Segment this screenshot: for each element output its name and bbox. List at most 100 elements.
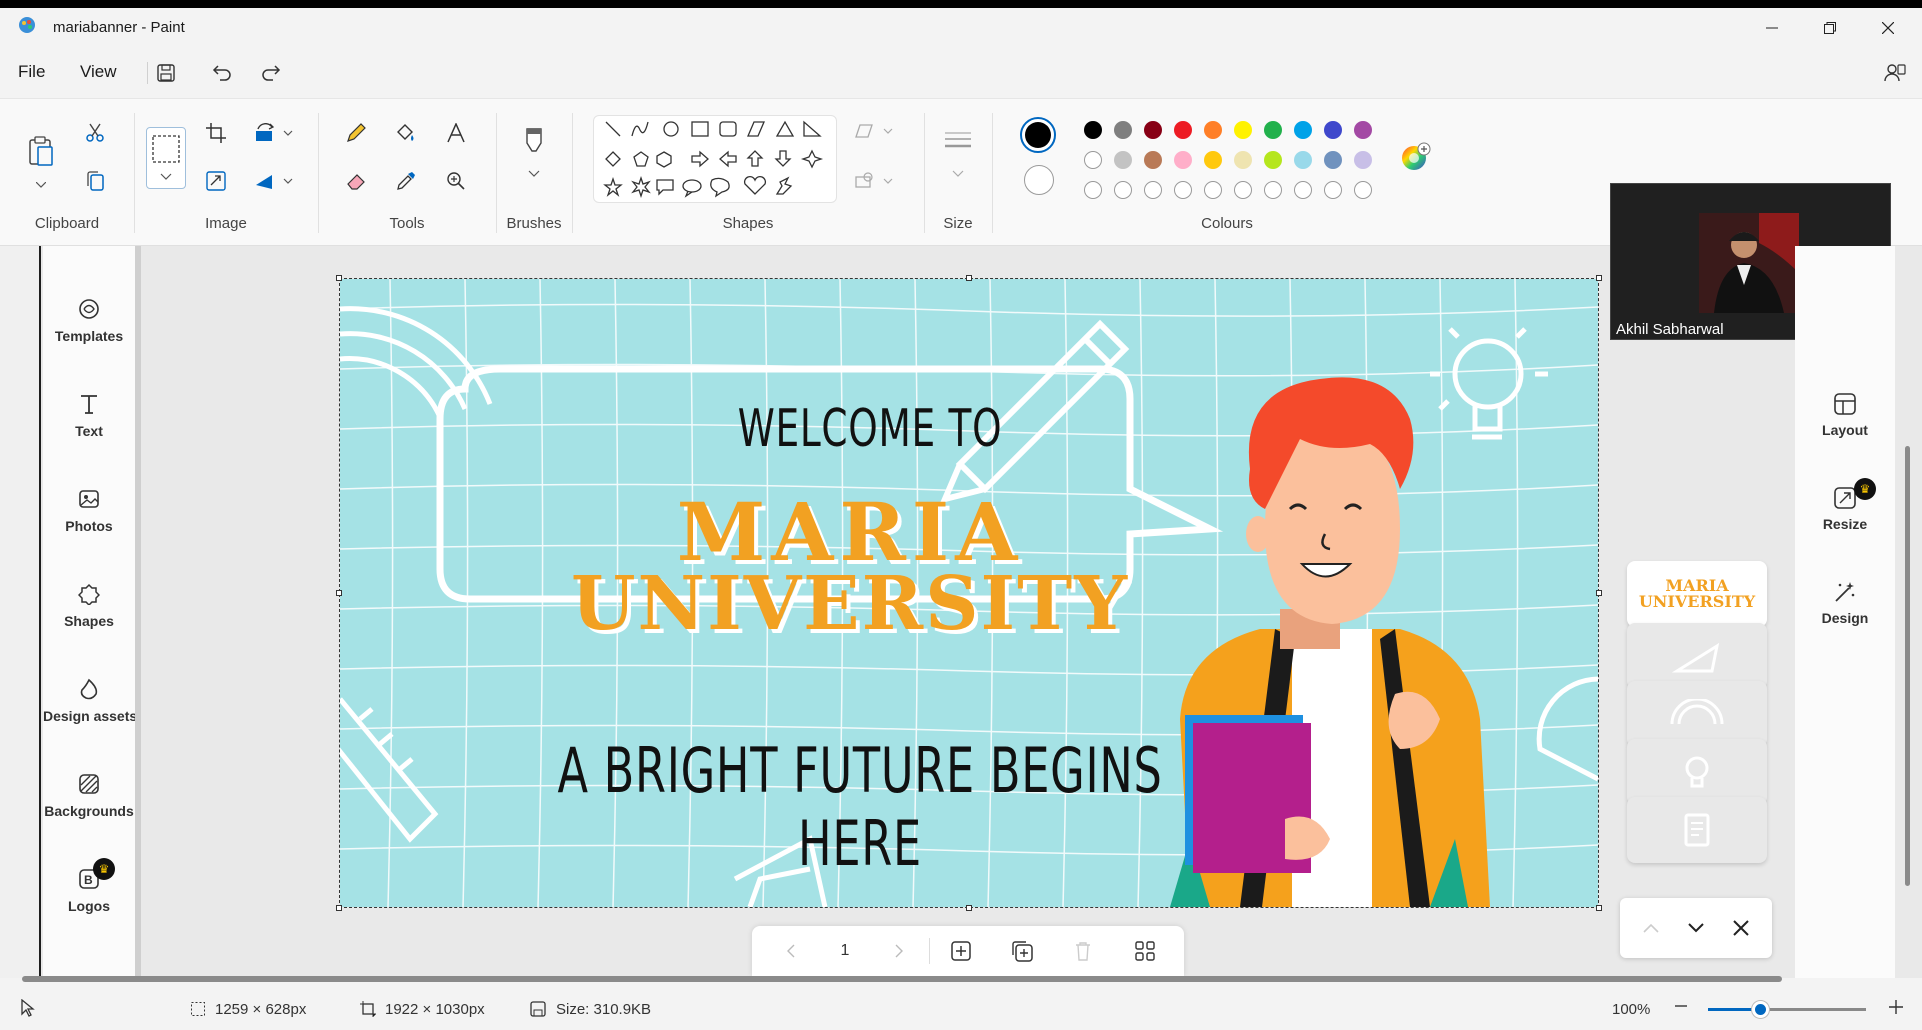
- panel-resize[interactable]: Resize ♛: [1795, 478, 1895, 532]
- rotate-button[interactable]: [250, 117, 298, 149]
- grid-view-button[interactable]: [1132, 938, 1158, 964]
- custom-color-slot[interactable]: [1174, 181, 1192, 199]
- pencil-tool[interactable]: [340, 117, 372, 149]
- resize-handle[interactable]: [336, 590, 342, 596]
- palette-swatch[interactable]: [1264, 151, 1282, 169]
- custom-color-slot[interactable]: [1144, 181, 1162, 199]
- panel-templates[interactable]: Templates: [43, 296, 135, 376]
- custom-color-slot[interactable]: [1114, 181, 1132, 199]
- palette-swatch[interactable]: [1114, 151, 1132, 169]
- copy-button[interactable]: [79, 165, 111, 197]
- thumbnail-down-button[interactable]: [1683, 915, 1709, 941]
- resize-handle[interactable]: [336, 905, 342, 911]
- palette-swatch[interactable]: [1354, 121, 1372, 139]
- vertical-scrollbar[interactable]: [1905, 446, 1910, 886]
- select-button[interactable]: [146, 127, 186, 189]
- next-page-button[interactable]: [886, 938, 912, 964]
- zoom-out-button[interactable]: [1674, 996, 1688, 1019]
- panel-design[interactable]: Design: [1795, 580, 1895, 626]
- custom-color-slot[interactable]: [1264, 181, 1282, 199]
- minimize-button[interactable]: [1743, 8, 1801, 48]
- thumbnail-close-button[interactable]: [1728, 915, 1754, 941]
- resize-handle[interactable]: [1596, 905, 1602, 911]
- page-thumbnail[interactable]: [1627, 623, 1767, 689]
- canvas[interactable]: WELCOME TO MARIA UNIVERSITY A BRIGHT FUT…: [340, 279, 1598, 907]
- save-button[interactable]: [153, 60, 179, 86]
- custom-color-slot[interactable]: [1354, 181, 1372, 199]
- delete-page-button[interactable]: [1070, 938, 1096, 964]
- close-window-button[interactable]: [1859, 8, 1917, 48]
- brushes-button[interactable]: [518, 123, 550, 187]
- eraser-tool[interactable]: [340, 165, 372, 197]
- palette-swatch[interactable]: [1144, 151, 1162, 169]
- resize-handle[interactable]: [1596, 275, 1602, 281]
- shape-outline-button[interactable]: [852, 115, 896, 147]
- left-panel-scrollbar[interactable]: [135, 246, 141, 978]
- resize-handle[interactable]: [966, 275, 972, 281]
- palette-swatch[interactable]: [1144, 121, 1162, 139]
- palette-swatch[interactable]: [1174, 121, 1192, 139]
- account-button[interactable]: [1882, 60, 1908, 86]
- panel-layout[interactable]: Layout: [1795, 392, 1895, 438]
- palette-swatch[interactable]: [1324, 121, 1342, 139]
- palette-swatch[interactable]: [1234, 121, 1252, 139]
- custom-color-slot[interactable]: [1294, 181, 1312, 199]
- menu-file[interactable]: File: [18, 62, 45, 82]
- flip-button[interactable]: [250, 165, 298, 197]
- panel-backgrounds[interactable]: Backgrounds: [43, 771, 135, 851]
- text-tool[interactable]: [440, 117, 472, 149]
- size-button[interactable]: [940, 123, 976, 187]
- page-thumbnail[interactable]: [1627, 797, 1767, 863]
- page-thumbnail[interactable]: [1627, 739, 1767, 805]
- shape-fill-button[interactable]: [852, 165, 896, 197]
- zoom-slider[interactable]: [1708, 1001, 1866, 1018]
- primary-color[interactable]: [1020, 117, 1056, 153]
- palette-swatch[interactable]: [1204, 121, 1222, 139]
- custom-color-slot[interactable]: [1204, 181, 1222, 199]
- panel-shapes[interactable]: Shapes: [43, 581, 135, 661]
- paste-button[interactable]: [24, 131, 58, 171]
- page-thumbnail[interactable]: MARIA UNIVERSITY: [1627, 561, 1767, 627]
- palette-swatch[interactable]: [1204, 151, 1222, 169]
- palette-swatch[interactable]: [1234, 151, 1252, 169]
- fill-tool[interactable]: [390, 117, 422, 149]
- horizontal-scrollbar[interactable]: [22, 976, 1782, 982]
- zoom-slider-thumb[interactable]: [1752, 1001, 1770, 1018]
- palette-swatch[interactable]: [1084, 121, 1102, 139]
- page-thumbnail[interactable]: [1627, 681, 1767, 747]
- panel-text[interactable]: Text: [43, 391, 135, 471]
- paste-dropdown[interactable]: [26, 175, 56, 195]
- palette-swatch[interactable]: [1354, 151, 1372, 169]
- custom-color-slot[interactable]: [1084, 181, 1102, 199]
- thumbnail-up-button[interactable]: [1638, 915, 1664, 941]
- resize-handle[interactable]: [336, 275, 342, 281]
- color-picker-tool[interactable]: [390, 165, 422, 197]
- menu-view[interactable]: View: [80, 62, 117, 82]
- cut-button[interactable]: [79, 117, 111, 149]
- palette-swatch[interactable]: [1294, 121, 1312, 139]
- palette-swatch[interactable]: [1084, 151, 1102, 169]
- palette-swatch[interactable]: [1294, 151, 1312, 169]
- magnifier-tool[interactable]: [440, 165, 472, 197]
- panel-design-assets[interactable]: Design assets: [43, 676, 137, 756]
- palette-swatch[interactable]: [1264, 121, 1282, 139]
- resize-handle[interactable]: [966, 905, 972, 911]
- edit-colors-button[interactable]: [1400, 141, 1432, 173]
- panel-logos[interactable]: B Logos ♛: [43, 858, 135, 946]
- zoom-in-button[interactable]: [1888, 999, 1904, 1019]
- undo-button[interactable]: [209, 60, 235, 86]
- restore-button[interactable]: [1801, 8, 1859, 48]
- crop-button[interactable]: [200, 117, 232, 149]
- image-resize-button[interactable]: [200, 165, 232, 197]
- custom-color-slot[interactable]: [1234, 181, 1252, 199]
- resize-handle[interactable]: [1596, 590, 1602, 596]
- palette-swatch[interactable]: [1174, 151, 1192, 169]
- custom-color-slot[interactable]: [1324, 181, 1342, 199]
- palette-swatch[interactable]: [1324, 151, 1342, 169]
- palette-swatch[interactable]: [1114, 121, 1132, 139]
- panel-photos[interactable]: Photos: [43, 486, 135, 566]
- redo-button[interactable]: [258, 60, 284, 86]
- duplicate-page-button[interactable]: [1009, 938, 1035, 964]
- add-page-button[interactable]: [948, 938, 974, 964]
- secondary-color[interactable]: [1024, 165, 1054, 195]
